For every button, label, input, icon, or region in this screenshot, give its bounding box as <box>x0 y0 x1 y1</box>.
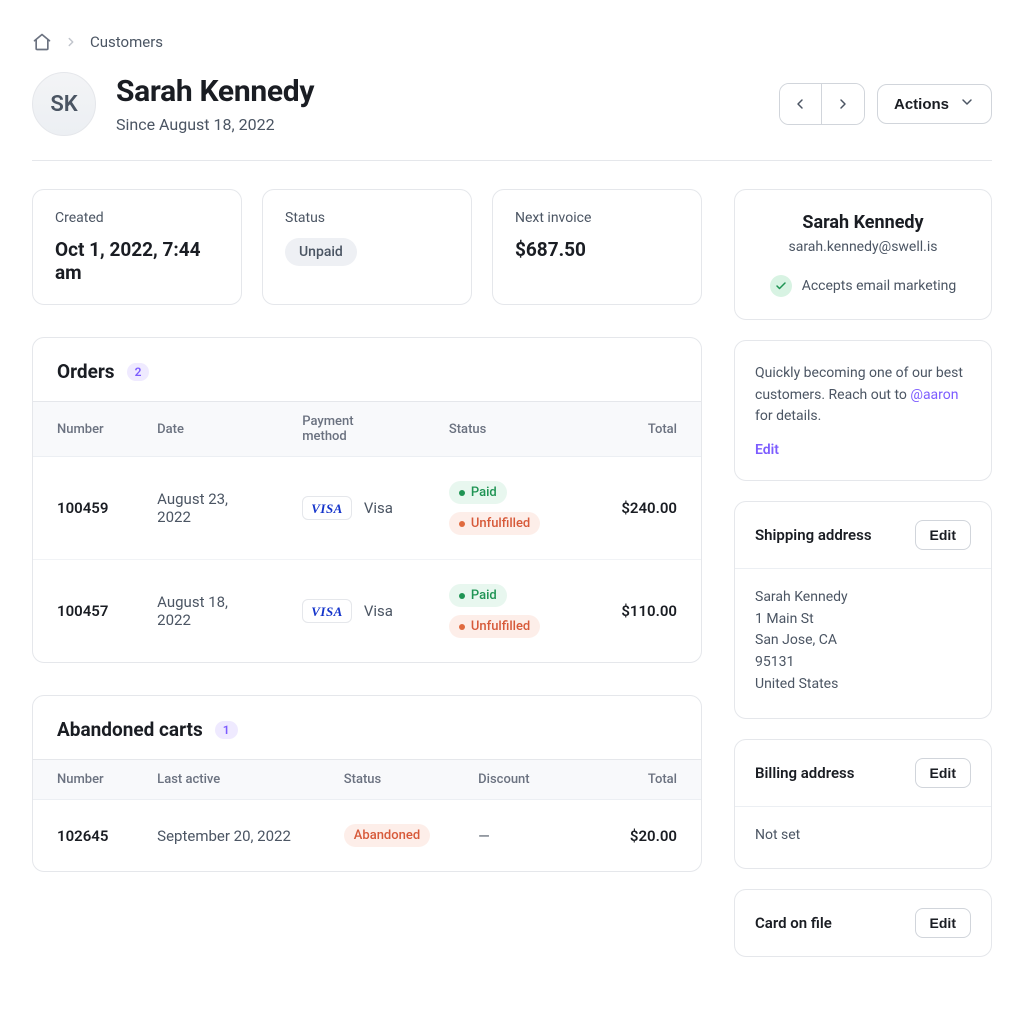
order-number: 100457 <box>33 560 133 663</box>
payment-method-label: Visa <box>364 602 393 620</box>
profile-email[interactable]: sarah.kennedy@swell.is <box>755 239 971 255</box>
carts-title: Abandoned carts <box>57 718 203 741</box>
col-payment-method: Payment method <box>278 402 425 457</box>
status-badge-unfulfilled: Unfulfilled <box>449 512 540 535</box>
carts-count-badge: 1 <box>215 721 238 739</box>
shipping-title: Shipping address <box>755 526 872 544</box>
actions-label: Actions <box>894 96 949 113</box>
status-badge-paid: Paid <box>449 584 507 607</box>
home-icon[interactable] <box>32 32 52 52</box>
col-last-active: Last active <box>133 760 320 800</box>
orders-count-badge: 2 <box>127 363 150 381</box>
billing-card: Billing address Edit Not set <box>734 739 992 870</box>
stat-next-invoice: Next invoice $687.50 <box>492 189 702 305</box>
status-pill: Unpaid <box>285 238 357 266</box>
prev-record-button[interactable] <box>780 84 822 124</box>
customer-note: Quickly becoming one of our best custome… <box>755 363 971 428</box>
stat-label: Next invoice <box>515 210 679 226</box>
mention-link[interactable]: @aaron <box>910 387 958 403</box>
breadcrumb-customers[interactable]: Customers <box>90 33 163 51</box>
order-total: $240.00 <box>597 457 701 560</box>
status-badge-unfulfilled: Unfulfilled <box>449 615 540 638</box>
chevron-down-icon <box>959 94 975 114</box>
stat-value: $687.50 <box>515 238 679 261</box>
table-row[interactable]: 100459 August 23, 2022 VISA Visa Pai <box>33 457 701 560</box>
billing-title: Billing address <box>755 764 854 782</box>
status-badge-paid: Paid <box>449 481 507 504</box>
col-total: Total <box>597 402 701 457</box>
profile-card: Sarah Kennedy sarah.kennedy@swell.is Acc… <box>734 189 992 320</box>
status-badge-abandoned: Abandoned <box>344 824 430 847</box>
billing-edit-button[interactable]: Edit <box>915 758 971 788</box>
shipping-edit-button[interactable]: Edit <box>915 520 971 550</box>
col-number: Number <box>33 760 133 800</box>
shipping-address: Sarah Kennedy 1 Main St San Jose, CA 951… <box>735 569 991 717</box>
actions-button[interactable]: Actions <box>877 84 992 124</box>
orders-title: Orders <box>57 360 115 383</box>
col-total: Total <box>601 760 701 800</box>
carts-panel: Abandoned carts 1 Number Last active Sta… <box>32 695 702 872</box>
stat-value: Oct 1, 2022, 7:44 am <box>55 238 219 284</box>
order-date: August 18, 2022 <box>133 560 278 663</box>
cart-total: $20.00 <box>601 800 701 872</box>
note-edit-link[interactable]: Edit <box>755 442 971 458</box>
chevron-right-icon <box>64 35 78 49</box>
order-total: $110.00 <box>597 560 701 663</box>
stat-label: Status <box>285 210 449 226</box>
carts-table: Number Last active Status Discount Total… <box>33 759 701 871</box>
col-number: Number <box>33 402 133 457</box>
page-header: SK Sarah Kennedy Since August 18, 2022 A… <box>32 72 992 161</box>
orders-panel: Orders 2 Number Date Payment method Stat… <box>32 337 702 663</box>
page-title: Sarah Kennedy <box>116 74 314 109</box>
col-date: Date <box>133 402 278 457</box>
visa-icon: VISA <box>302 496 352 520</box>
accepts-marketing: Accepts email marketing <box>755 275 971 297</box>
table-row[interactable]: 100457 August 18, 2022 VISA Visa Pai <box>33 560 701 663</box>
cardonfile-title: Card on file <box>755 914 832 932</box>
check-icon <box>770 275 792 297</box>
customer-since: Since August 18, 2022 <box>116 115 314 134</box>
breadcrumb: Customers <box>32 32 992 52</box>
cart-number: 102645 <box>33 800 133 872</box>
avatar: SK <box>32 72 96 136</box>
cardonfile-card: Card on file Edit <box>734 889 992 957</box>
col-status: Status <box>320 760 454 800</box>
stat-label: Created <box>55 210 219 226</box>
note-card: Quickly becoming one of our best custome… <box>734 340 992 481</box>
stat-created: Created Oct 1, 2022, 7:44 am <box>32 189 242 305</box>
order-date: August 23, 2022 <box>133 457 278 560</box>
order-number: 100459 <box>33 457 133 560</box>
cart-last-active: September 20, 2022 <box>133 800 320 872</box>
visa-icon: VISA <box>302 599 352 623</box>
stat-status: Status Unpaid <box>262 189 472 305</box>
cardonfile-edit-button[interactable]: Edit <box>915 908 971 938</box>
col-status: Status <box>425 402 597 457</box>
payment-method-label: Visa <box>364 499 393 517</box>
cart-discount: — <box>454 800 601 872</box>
table-row[interactable]: 102645 September 20, 2022 Abandoned — $2… <box>33 800 701 872</box>
orders-table: Number Date Payment method Status Total … <box>33 401 701 662</box>
billing-value: Not set <box>735 807 991 869</box>
next-record-button[interactable] <box>822 84 864 124</box>
record-pager <box>779 83 865 125</box>
shipping-card: Shipping address Edit Sarah Kennedy 1 Ma… <box>734 501 992 718</box>
profile-name: Sarah Kennedy <box>755 212 971 233</box>
col-discount: Discount <box>454 760 601 800</box>
